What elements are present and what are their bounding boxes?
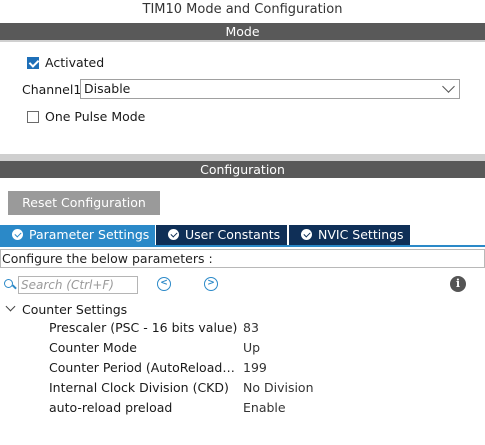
check-icon bbox=[12, 229, 23, 240]
tab-label: User Constants bbox=[185, 227, 281, 242]
one-pulse-label: One Pulse Mode bbox=[45, 109, 146, 124]
arrow-right-icon[interactable]: > bbox=[204, 277, 218, 291]
param-row[interactable]: Counter Mode Up bbox=[0, 338, 485, 358]
chevron-down-icon bbox=[442, 80, 455, 93]
configure-hint: Configure the below parameters : bbox=[0, 249, 485, 268]
param-value[interactable]: 199 bbox=[243, 358, 267, 378]
param-row[interactable]: Internal Clock Division (CKD) No Divisio… bbox=[0, 378, 485, 398]
group-counter-settings[interactable]: Counter Settings bbox=[4, 300, 127, 318]
param-value[interactable]: Enable bbox=[243, 398, 286, 418]
resize-divider[interactable] bbox=[0, 154, 485, 161]
activated-checkbox[interactable] bbox=[27, 56, 39, 69]
channel1-select[interactable]: Disable bbox=[80, 79, 460, 99]
arrow-left-icon[interactable]: < bbox=[157, 277, 171, 291]
tab-user-constants[interactable]: User Constants bbox=[156, 225, 287, 245]
group-label: Counter Settings bbox=[22, 301, 128, 317]
param-value[interactable]: No Division bbox=[243, 378, 314, 398]
activated-checkbox-row[interactable]: Activated bbox=[27, 55, 104, 70]
tab-parameter-settings[interactable]: Parameter Settings bbox=[0, 225, 155, 245]
param-row[interactable]: Counter Period (AutoReload Register - 16… bbox=[0, 358, 485, 378]
search-bar bbox=[4, 275, 138, 295]
collapse-chevron-icon[interactable] bbox=[5, 301, 16, 312]
check-icon bbox=[168, 229, 179, 240]
tab-nvic-settings[interactable]: NVIC Settings bbox=[289, 225, 410, 245]
param-name: Counter Mode bbox=[49, 340, 137, 355]
param-value[interactable]: Up bbox=[243, 338, 260, 358]
channel1-value: Disable bbox=[84, 81, 131, 96]
channel1-label: Channel1 bbox=[22, 82, 82, 97]
tab-label: Parameter Settings bbox=[29, 227, 150, 242]
tabs-underline bbox=[0, 245, 485, 247]
search-input[interactable] bbox=[18, 276, 138, 294]
config-tabs: Parameter Settings User Constants NVIC S… bbox=[0, 225, 485, 245]
tab-label: NVIC Settings bbox=[318, 227, 404, 242]
reset-configuration-button[interactable]: Reset Configuration bbox=[8, 191, 160, 215]
activated-label: Activated bbox=[45, 55, 105, 70]
window-title: TIM10 Mode and Configuration bbox=[142, 2, 343, 17]
mode-divider bbox=[0, 40, 485, 42]
one-pulse-checkbox[interactable] bbox=[27, 110, 39, 123]
param-row[interactable]: Prescaler (PSC - 16 bits value) 83 bbox=[0, 318, 485, 338]
param-name: Internal Clock Division (CKD) bbox=[49, 380, 229, 395]
one-pulse-checkbox-row[interactable]: One Pulse Mode bbox=[27, 109, 145, 124]
param-name: auto-reload preload bbox=[49, 400, 173, 415]
check-icon bbox=[301, 229, 312, 240]
param-name: Prescaler (PSC - 16 bits value) bbox=[49, 320, 238, 335]
search-icon bbox=[4, 278, 16, 292]
configuration-section-header[interactable]: Configuration bbox=[0, 161, 485, 178]
param-row[interactable]: auto-reload preload Enable bbox=[0, 398, 485, 418]
param-name: Counter Period (AutoReload Register - 16… bbox=[49, 360, 238, 375]
param-value[interactable]: 83 bbox=[243, 318, 259, 338]
info-icon[interactable]: i bbox=[450, 276, 466, 292]
mode-section-header[interactable]: Mode bbox=[0, 23, 485, 40]
